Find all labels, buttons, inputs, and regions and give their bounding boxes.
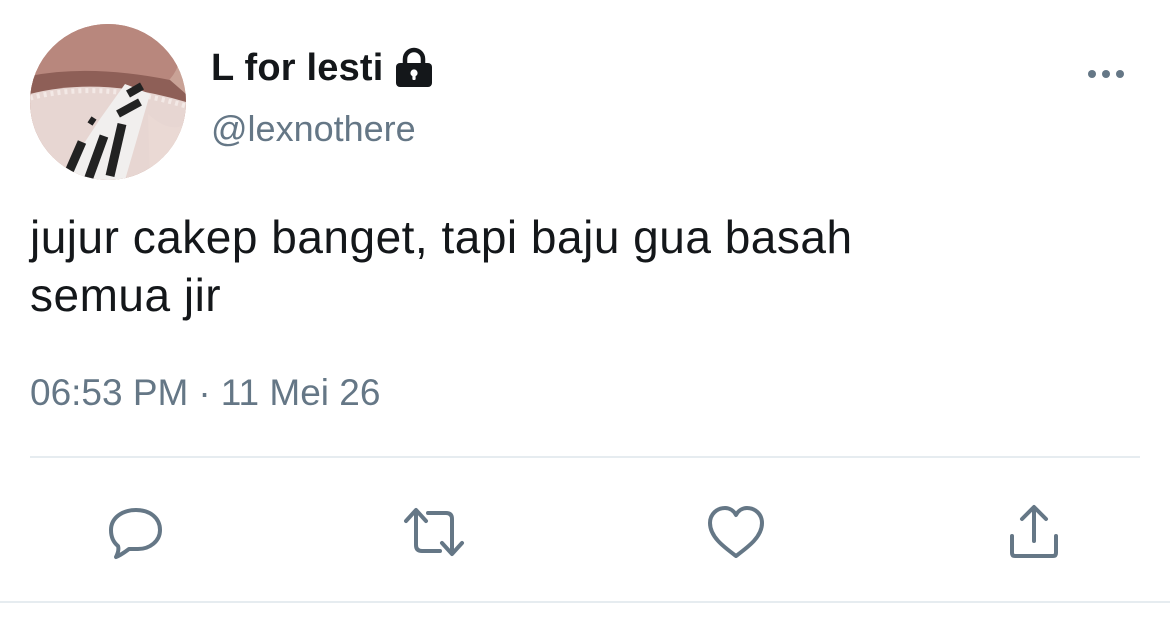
more-horizontal-icon <box>1088 70 1124 78</box>
lock-icon <box>392 46 436 90</box>
reply-icon <box>109 508 162 559</box>
reply-button[interactable] <box>104 500 168 564</box>
tweet-text-line: jujur cakep banget, tapi baju gua basah <box>30 211 853 263</box>
more-options-button[interactable] <box>1080 56 1132 92</box>
tweet-text-line: semua jir <box>30 269 222 321</box>
bottom-divider <box>0 601 1170 603</box>
avatar[interactable] <box>30 24 186 180</box>
tweet-date[interactable]: 11 Mei 26 <box>221 372 381 413</box>
share-button[interactable] <box>1002 500 1066 564</box>
user-handle[interactable]: @lexnothere <box>211 108 416 150</box>
tweet-timestamp: 06:53 PM · 11 Mei 26 <box>30 372 380 414</box>
tweet-text: jujur cakep banget, tapi baju gua basah … <box>30 208 1130 324</box>
avatar-image <box>30 24 186 180</box>
retweet-icon <box>404 508 464 556</box>
tweet-card: L for lesti @lexnothere jujur cakep bang… <box>0 0 1170 621</box>
display-name-row: L for lesti <box>211 40 436 96</box>
heart-icon <box>708 506 764 558</box>
share-icon <box>1010 505 1058 558</box>
divider <box>30 456 1140 458</box>
meta-separator: · <box>198 372 211 413</box>
display-name[interactable]: L for lesti <box>211 47 384 90</box>
retweet-button[interactable] <box>402 500 466 564</box>
tweet-time[interactable]: 06:53 PM <box>30 372 188 413</box>
like-button[interactable] <box>704 500 768 564</box>
